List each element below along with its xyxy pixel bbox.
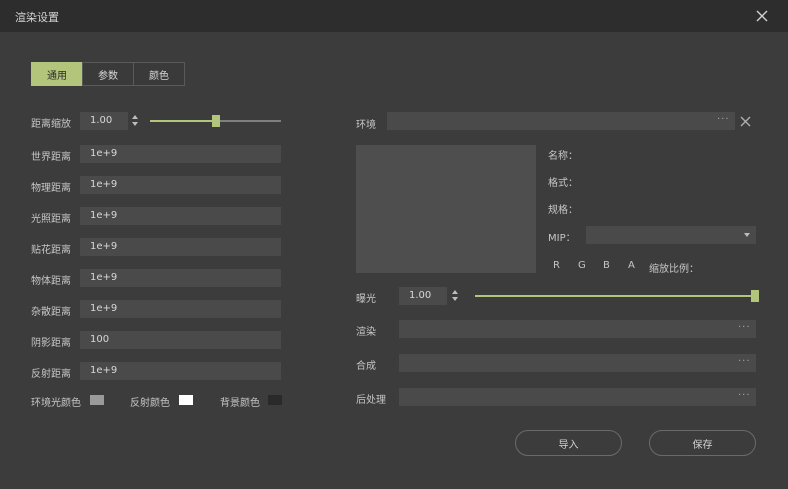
distance-scale-label: 距离缩放 [31,119,71,130]
post-process-label: 后处理 [356,395,386,406]
reflection-color-label: 反射颜色 [130,398,170,409]
environment-label: 环境 [356,120,376,131]
physics-distance-label: 物理距离 [31,183,71,194]
reflection-distance-input[interactable]: 1e+9 [80,362,281,380]
background-color-label: 背景颜色 [220,398,260,409]
render-browse-icon[interactable]: ··· [738,322,751,333]
composite-label: 合成 [356,361,376,372]
composite-browse-icon[interactable]: ··· [738,356,751,367]
close-icon[interactable] [754,8,770,24]
mip-label: MIP： [548,233,576,244]
texture-spec-label: 规格： [548,205,578,216]
background-color-swatch[interactable] [268,395,282,405]
tab-parameters[interactable]: 参数 [82,62,134,86]
save-button[interactable]: 保存 [649,430,756,456]
shadow-distance-label: 阴影距离 [31,338,71,349]
object-distance-label: 物体距离 [31,276,71,287]
texture-format-label: 格式： [548,178,578,189]
import-button[interactable]: 导入 [515,430,622,456]
ambient-color-swatch[interactable] [90,395,104,405]
exposure-slider[interactable] [475,295,755,297]
world-distance-input[interactable]: 1e+9 [80,145,281,163]
decal-distance-input[interactable]: 1e+9 [80,238,281,256]
light-distance-input[interactable]: 1e+9 [80,207,281,225]
exposure-slider-thumb[interactable] [751,290,759,302]
render-label: 渲染 [356,327,376,338]
reflection-distance-label: 反射距离 [31,369,71,380]
stepper-down-icon[interactable] [452,297,458,301]
environment-input[interactable] [387,112,735,130]
scale-ratio-label: 缩放比例： [649,264,699,275]
tab-bar: 通用 参数 颜色 [31,62,185,86]
stepper-down-icon[interactable] [132,122,138,126]
environment-browse-icon[interactable]: ··· [717,114,730,125]
distance-scale-input[interactable]: 1.00 [80,112,128,130]
tab-general[interactable]: 通用 [31,62,83,86]
distance-scale-slider-thumb[interactable] [211,115,220,127]
channel-g-toggle[interactable]: G [578,260,586,271]
slider-fill [475,295,755,297]
reflection-color-swatch[interactable] [179,395,193,405]
tab-colors[interactable]: 颜色 [133,62,185,86]
exposure-stepper[interactable] [451,287,459,305]
ambient-color-label: 环境光颜色 [31,398,81,409]
channel-r-toggle[interactable]: R [553,260,560,271]
clutter-distance-label: 杂散距离 [31,307,71,318]
post-process-input[interactable] [399,388,756,406]
slider-fill [150,120,216,122]
clutter-distance-input[interactable]: 1e+9 [80,300,281,318]
window-title: 渲染设置 [15,11,59,24]
mip-dropdown[interactable] [586,226,756,244]
exposure-label: 曝光 [356,294,376,305]
environment-preview [356,145,536,273]
object-distance-input[interactable]: 1e+9 [80,269,281,287]
stepper-up-icon[interactable] [132,115,138,119]
exposure-input[interactable]: 1.00 [399,287,447,305]
chevron-down-icon [744,233,750,237]
physics-distance-input[interactable]: 1e+9 [80,176,281,194]
composite-input[interactable] [399,354,756,372]
channel-b-toggle[interactable]: B [603,260,610,271]
shadow-distance-input[interactable]: 100 [80,331,281,349]
distance-scale-stepper[interactable] [131,112,139,130]
stepper-up-icon[interactable] [452,290,458,294]
channel-a-toggle[interactable]: A [628,260,635,271]
post-process-browse-icon[interactable]: ··· [738,390,751,401]
title-bar: 渲染设置 [0,0,788,32]
render-input[interactable] [399,320,756,338]
world-distance-label: 世界距离 [31,152,71,163]
environment-clear-icon[interactable] [740,116,751,127]
light-distance-label: 光照距离 [31,214,71,225]
decal-distance-label: 贴花距离 [31,245,71,256]
texture-name-label: 名称： [548,151,578,162]
